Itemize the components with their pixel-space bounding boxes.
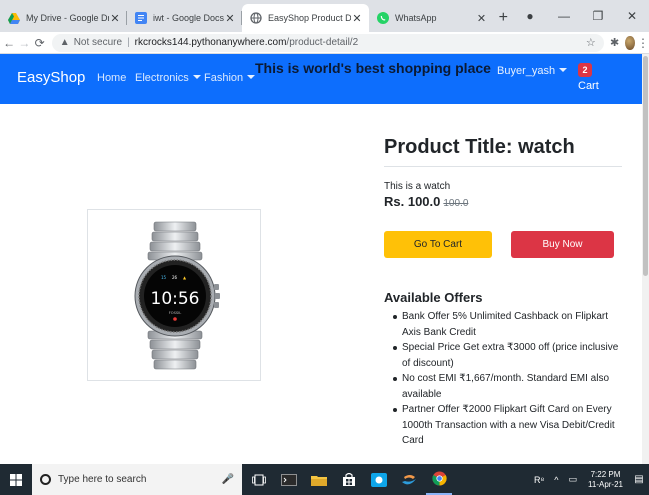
- vscode-icon[interactable]: [396, 464, 422, 495]
- globe-icon: [250, 12, 262, 24]
- taskbar-clock[interactable]: 7:22 PM 11-Apr-21: [588, 470, 623, 490]
- scrollbar-thumb[interactable]: [643, 56, 648, 276]
- user-name: Buyer_yash: [497, 65, 556, 77]
- site-tagline: This is world's best shopping place: [255, 60, 491, 76]
- nav-home[interactable]: Home: [97, 72, 126, 84]
- forward-arrow-icon[interactable]: →: [18, 36, 30, 50]
- close-window-icon[interactable]: ✕: [615, 9, 649, 23]
- network-icon[interactable]: ▭: [569, 474, 578, 485]
- nav-fashion[interactable]: Fashion: [204, 72, 256, 84]
- nav-electronics-label: Electronics: [135, 72, 189, 84]
- url-path: /product-detail/2: [286, 37, 359, 48]
- brand-logo[interactable]: EasyShop: [17, 69, 85, 86]
- address-bar-row: ← → ⟳ ▲ Not secure | rkcrocks144.pythona…: [0, 32, 649, 54]
- window-controls: ● — ❐ ✕: [513, 0, 649, 32]
- url-bar[interactable]: ▲ Not secure | rkcrocks144.pythonanywher…: [51, 33, 604, 52]
- microphone-icon[interactable]: 🎤: [222, 474, 234, 485]
- cart-count-badge: 2: [578, 63, 592, 77]
- notification-icon[interactable]: ▤: [629, 474, 649, 485]
- task-view-icon[interactable]: [246, 464, 272, 495]
- product-price: Rs. 100.0 100.0: [384, 194, 468, 209]
- original-price: 100.0: [443, 198, 469, 209]
- security-label: Not secure: [73, 37, 123, 48]
- minimize-icon[interactable]: —: [547, 9, 581, 23]
- profile-avatar[interactable]: [625, 35, 635, 50]
- cortana-circle-icon: [40, 474, 51, 485]
- caret-down-icon: [247, 75, 256, 79]
- user-dropdown[interactable]: Buyer_yash: [497, 65, 568, 77]
- drive-icon: [8, 12, 20, 24]
- url-divider: |: [127, 37, 130, 48]
- tab-whatsapp[interactable]: WhatsApp ✕: [369, 4, 493, 32]
- extension-puzzle-icon[interactable]: ✱: [608, 36, 622, 49]
- people-icon[interactable]: R⁸: [534, 475, 544, 485]
- watch-image: 15 26 ▲ 10:56 FOSSIL: [134, 221, 220, 370]
- nav-fashion-label: Fashion: [204, 72, 244, 84]
- offers-list: Bank Offer 5% Unlimited Cashback on Flip…: [393, 309, 628, 449]
- whatsapp-icon: [377, 12, 390, 24]
- windows-start-icon[interactable]: [0, 473, 32, 486]
- chevron-up-icon[interactable]: ^: [554, 475, 558, 485]
- cart-link[interactable]: Cart: [578, 80, 599, 92]
- product-description: This is a watch: [384, 181, 451, 192]
- back-arrow-icon[interactable]: ←: [3, 36, 15, 50]
- close-icon[interactable]: ✕: [224, 12, 236, 25]
- store-app-icon[interactable]: [336, 464, 362, 495]
- system-tray: R⁸ ^ ▭ 7:22 PM 11-Apr-21 ▤: [529, 470, 649, 490]
- close-icon[interactable]: ✕: [109, 12, 121, 25]
- buy-now-button[interactable]: Buy Now: [511, 231, 614, 258]
- close-icon[interactable]: ✕: [476, 12, 488, 25]
- tab-title: My Drive - Google Drive: [26, 13, 109, 23]
- taskbar-search-input[interactable]: Type here to search 🎤: [32, 464, 242, 495]
- offers-heading: Available Offers: [384, 290, 483, 305]
- list-item: Partner Offer ₹2000 Flipkart Gift Card o…: [393, 402, 628, 449]
- windows-taskbar: Type here to search 🎤 R⁸ ^ ▭ 7:22 PM 11-…: [0, 464, 649, 495]
- product-image: 15 26 ▲ 10:56 FOSSIL: [87, 209, 261, 381]
- record-icon[interactable]: ●: [513, 9, 547, 23]
- product-title: Product Title: watch: [384, 136, 575, 158]
- warning-icon[interactable]: ▲: [60, 37, 70, 48]
- divider: [384, 166, 622, 167]
- tab-easyshop[interactable]: EasyShop Product Detail ✕: [242, 4, 370, 32]
- search-placeholder: Type here to search: [58, 474, 147, 485]
- docs-icon: [135, 12, 147, 24]
- terminal-app-icon[interactable]: [276, 464, 302, 495]
- tab-title: WhatsApp: [395, 13, 437, 23]
- list-item: No cost EMI ₹1,667/month. Standard EMI a…: [393, 371, 628, 402]
- caret-down-icon: [559, 68, 568, 72]
- clock-date: 11-Apr-21: [588, 479, 623, 489]
- star-icon[interactable]: ☆: [586, 36, 596, 49]
- svg-text:26: 26: [172, 275, 178, 280]
- restore-icon[interactable]: ❐: [581, 9, 615, 23]
- tab-title: iwt - Google Docs: [153, 13, 225, 23]
- site-navbar: EasyShop Home Electronics Fashion This i…: [0, 54, 642, 104]
- tab-google-docs[interactable]: iwt - Google Docs ✕: [127, 4, 243, 32]
- clock-time: 7:22 PM: [590, 469, 621, 479]
- new-tab-button[interactable]: +: [494, 4, 514, 32]
- watch-time-text: 10:56: [151, 289, 200, 309]
- url-host: rkcrocks144.pythonanywhere.com: [134, 37, 287, 48]
- tab-title: EasyShop Product Detail: [268, 13, 352, 23]
- nav-electronics[interactable]: Electronics: [135, 72, 201, 84]
- file-explorer-icon[interactable]: [306, 464, 332, 495]
- watch-brand-text: FOSSIL: [169, 311, 182, 315]
- tab-google-drive[interactable]: My Drive - Google Drive ✕: [0, 4, 127, 32]
- menu-kebab-icon[interactable]: ⋮: [637, 36, 649, 50]
- svg-text:15: 15: [161, 275, 167, 280]
- reload-icon[interactable]: ⟳: [34, 36, 46, 50]
- current-price: Rs. 100.0: [384, 194, 441, 209]
- browser-tab-strip: My Drive - Google Drive ✕ iwt - Google D…: [0, 0, 649, 32]
- list-item: Bank Offer 5% Unlimited Cashback on Flip…: [393, 309, 628, 340]
- caret-down-icon: [192, 75, 201, 79]
- photo-app-icon[interactable]: [366, 464, 392, 495]
- list-item: Special Price Get extra ₹3000 off (price…: [393, 340, 628, 371]
- go-to-cart-button[interactable]: Go To Cart: [384, 231, 492, 258]
- chrome-icon[interactable]: [426, 464, 452, 495]
- close-icon[interactable]: ✕: [351, 12, 363, 25]
